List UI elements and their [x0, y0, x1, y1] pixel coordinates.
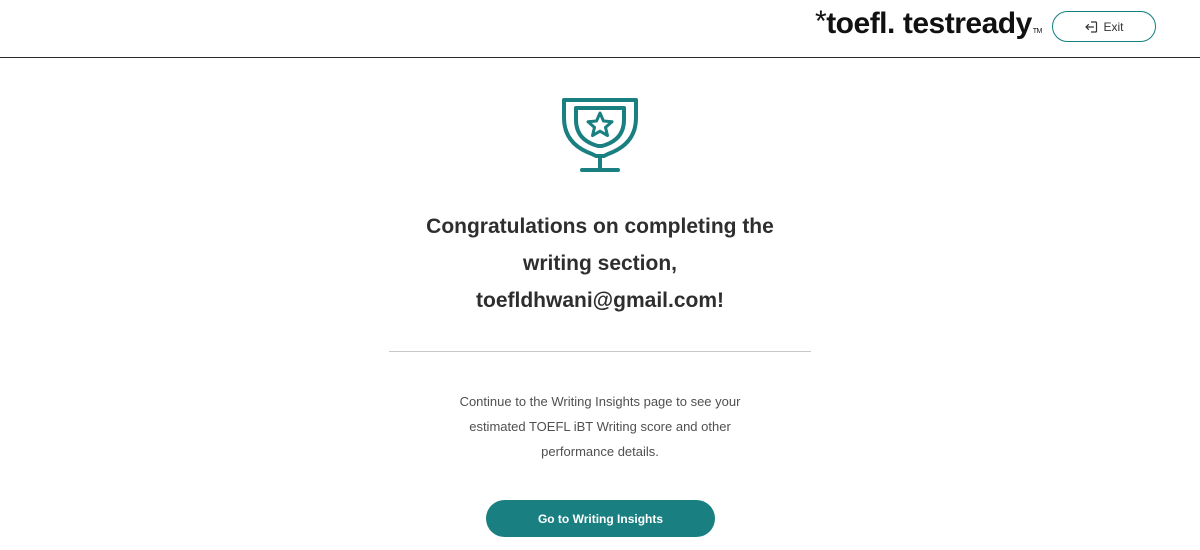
logo-asterisk: * — [815, 5, 827, 38]
exit-icon — [1084, 20, 1098, 34]
description-text: Continue to the Writing Insights page to… — [400, 389, 800, 464]
headline-line-1: Congratulations on completing the — [426, 215, 774, 238]
description-line-1: Continue to the Writing Insights page to… — [459, 394, 741, 409]
logo-dot: . — [887, 7, 895, 40]
top-header: * toefl . testready TM Exit — [0, 0, 1200, 58]
trophy-star-icon — [556, 96, 644, 174]
description-line-2: estimated TOEFL iBT Writing score and ot… — [469, 419, 731, 434]
headline-line-3: toefldhwani@gmail.com! — [476, 289, 724, 312]
description-line-3: performance details. — [541, 444, 659, 459]
logo-testready-text: testready — [902, 7, 1032, 40]
logo-toefl-text: toefl — [826, 7, 888, 40]
section-divider — [389, 351, 811, 352]
congratulations-heading: Congratulations on completing the writin… — [350, 208, 850, 319]
go-to-writing-insights-button[interactable]: Go to Writing Insights — [486, 500, 715, 537]
exit-button[interactable]: Exit — [1052, 11, 1156, 42]
exit-button-label: Exit — [1103, 19, 1124, 34]
logo-trademark: TM — [1032, 28, 1043, 35]
toefl-testready-logo: * toefl . testready TM — [815, 5, 1043, 47]
headline-line-2: writing section, — [522, 252, 677, 275]
